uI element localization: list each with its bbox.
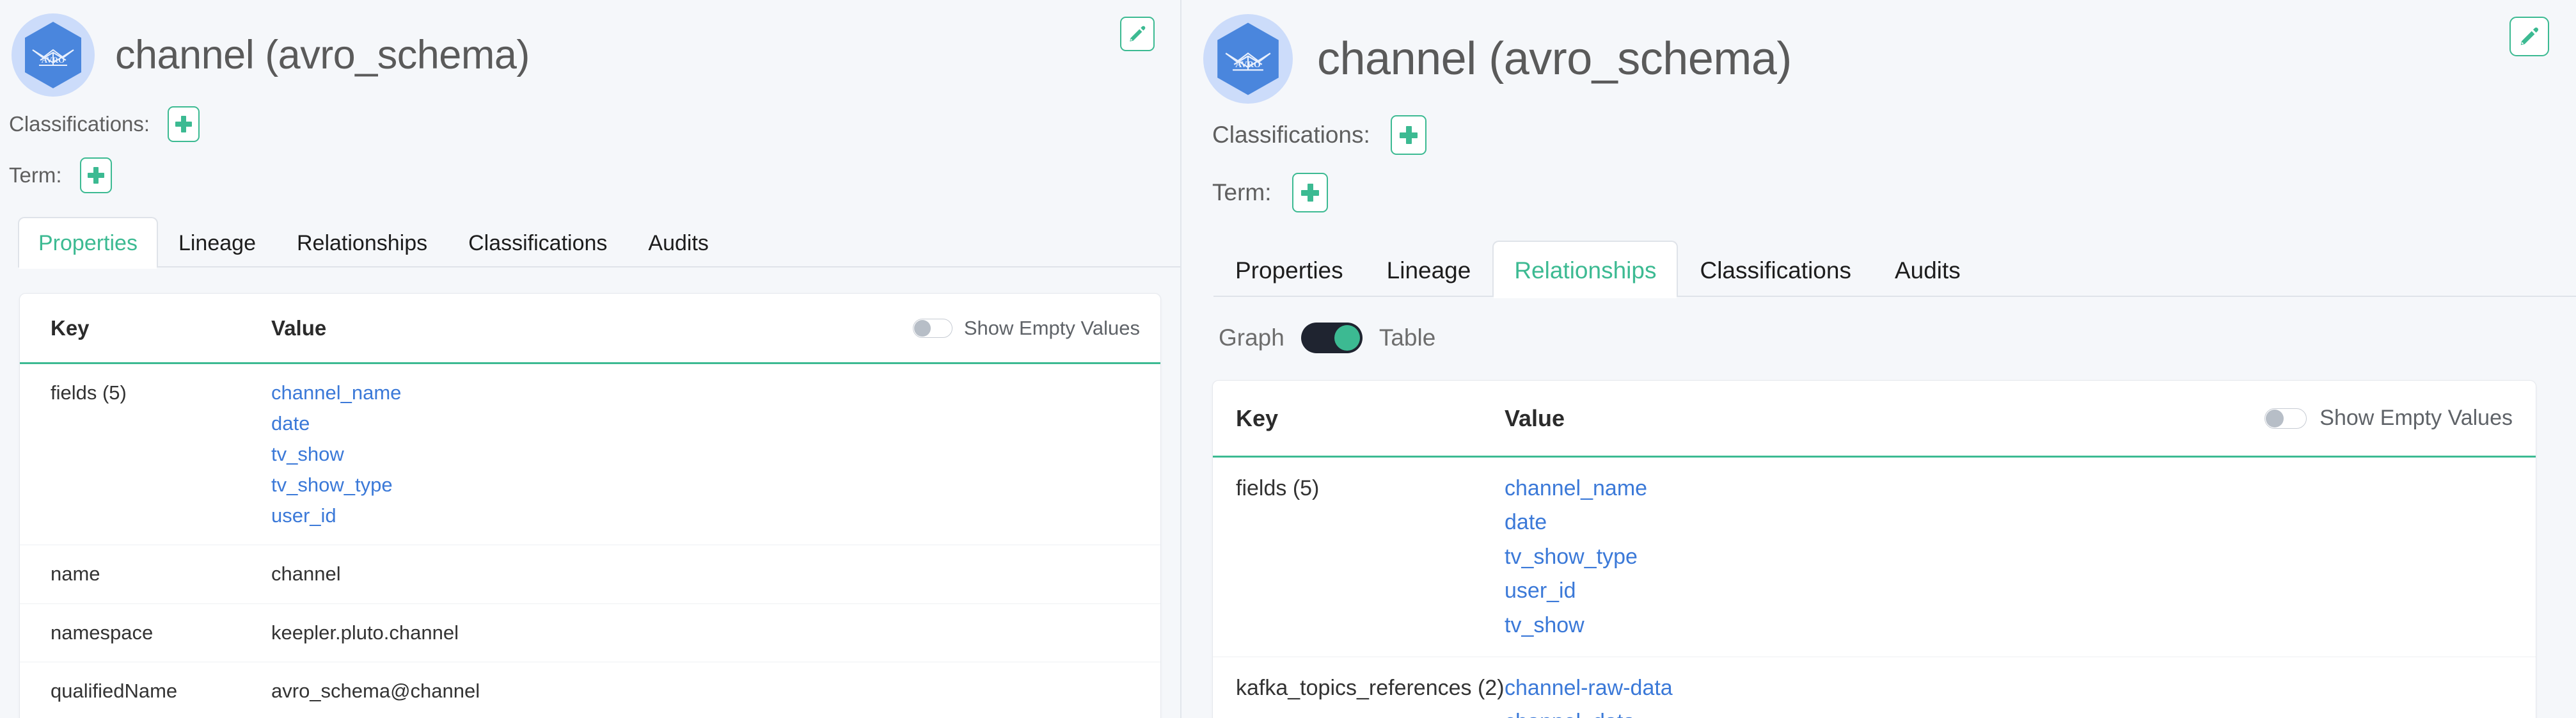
link-item[interactable]: tv_show (271, 443, 401, 465)
link-item[interactable]: date (1505, 511, 1647, 534)
entity-header: AVRO channel (avro_schema) (0, 0, 1180, 96)
link-item[interactable]: user_id (271, 505, 401, 527)
table-header: Key Value Show Empty Values (1213, 381, 2536, 458)
tab-properties[interactable]: Properties (1213, 241, 1365, 297)
svg-text:AVRO: AVRO (1235, 60, 1261, 70)
table-row: name channel (20, 545, 1160, 603)
show-empty-values-control: Show Empty Values (2264, 406, 2513, 431)
plus-icon (88, 167, 104, 184)
tab-lineage[interactable]: Lineage (158, 217, 276, 267)
add-classification-button[interactable] (1391, 115, 1426, 155)
value-text: channel (271, 563, 341, 585)
row-key: fields (5) (51, 382, 271, 404)
add-classification-button[interactable] (168, 106, 200, 142)
graph-view-label: Graph (1219, 324, 1284, 351)
relationships-table: Key Value Show Empty Values fields (5) c… (1212, 380, 2536, 718)
table-header: Key Value Show Empty Values (20, 294, 1160, 364)
right-entity-panel: AVRO channel (avro_schema) Classificatio… (1180, 0, 2576, 718)
edit-entity-button[interactable] (2509, 17, 2549, 56)
page-title: channel (avro_schema) (1317, 33, 1792, 85)
table-row: qualifiedName avro_schema@channel (20, 662, 1160, 718)
term-row: Term: (9, 157, 1180, 193)
classifications-label: Classifications: (1212, 122, 1370, 148)
table-view-label: Table (1379, 324, 1435, 351)
row-key: namespace (51, 622, 271, 644)
link-item[interactable]: tv_show_type (271, 474, 401, 496)
classifications-row: Classifications: (1212, 115, 2576, 155)
avro-logo-icon: AVRO (12, 13, 95, 97)
entity-tabs: Properties Lineage Relationships Classif… (1213, 238, 2576, 297)
tab-relationships[interactable]: Relationships (1492, 241, 1678, 297)
table-row: kafka_topics_references (2) channel-raw-… (1213, 657, 2536, 718)
tab-properties[interactable]: Properties (18, 217, 158, 267)
link-item[interactable]: channel_name (271, 382, 401, 404)
add-term-button[interactable] (1292, 173, 1328, 212)
show-empty-values-label: Show Empty Values (964, 317, 1140, 340)
graph-table-switch: Graph Table (1219, 323, 2576, 353)
classifications-row: Classifications: (9, 106, 1180, 142)
column-header-value: Value (1505, 405, 1565, 432)
graph-table-toggle[interactable] (1301, 323, 1363, 353)
row-value: channel (271, 563, 341, 585)
row-key: qualifiedName (51, 680, 271, 702)
row-key: fields (5) (1236, 477, 1505, 500)
column-header-value: Value (271, 316, 326, 340)
show-empty-values-label: Show Empty Values (2319, 406, 2513, 431)
row-key: name (51, 563, 271, 585)
page-title: channel (avro_schema) (115, 32, 530, 78)
value-text: keepler.pluto.channel (271, 622, 459, 644)
column-header-key: Key (1236, 405, 1505, 432)
row-value: avro_schema@channel (271, 680, 480, 702)
link-item[interactable]: channel-raw-data (1505, 676, 1673, 700)
link-item[interactable]: channel_name (1505, 477, 1647, 500)
term-row: Term: (1212, 173, 2576, 212)
show-empty-values-toggle[interactable] (913, 319, 952, 338)
tab-classifications[interactable]: Classifications (448, 217, 628, 267)
show-empty-values-control: Show Empty Values (913, 317, 1140, 340)
table-row: fields (5) channel_name date tv_show_typ… (1213, 458, 2536, 657)
row-value: channel_name date tv_show tv_show_type u… (271, 382, 401, 527)
tab-classifications[interactable]: Classifications (1678, 241, 1872, 297)
value-text: avro_schema@channel (271, 680, 480, 702)
column-header-key: Key (51, 316, 271, 340)
show-empty-values-toggle[interactable] (2264, 408, 2307, 429)
term-label: Term: (9, 163, 62, 187)
avro-logo-icon: AVRO (1203, 14, 1293, 104)
tab-relationships[interactable]: Relationships (276, 217, 448, 267)
table-row: fields (5) channel_name date tv_show tv_… (20, 364, 1160, 545)
tab-lineage[interactable]: Lineage (1365, 241, 1493, 297)
plus-icon (1400, 126, 1418, 144)
svg-text:AVRO: AVRO (42, 55, 65, 65)
properties-table: Key Value Show Empty Values fields (5) c… (19, 293, 1161, 718)
link-item[interactable]: tv_show (1505, 614, 1647, 637)
link-item[interactable]: user_id (1505, 579, 1647, 603)
row-value: channel_name date tv_show_type user_id t… (1505, 477, 1647, 637)
plus-icon (1301, 184, 1319, 202)
term-label: Term: (1212, 179, 1272, 206)
row-value: keepler.pluto.channel (271, 622, 459, 644)
entity-tabs: Properties Lineage Relationships Classif… (18, 216, 1180, 267)
edit-entity-button[interactable] (1120, 17, 1155, 51)
entity-header: AVRO channel (avro_schema) (1181, 0, 2576, 102)
link-item[interactable]: date (271, 413, 401, 435)
plus-icon (175, 116, 192, 132)
row-value: channel-raw-data channel_data (1505, 676, 1673, 718)
left-entity-panel: AVRO channel (avro_schema) Classificatio… (0, 0, 1180, 718)
tab-audits[interactable]: Audits (1873, 241, 1982, 297)
toggle-knob-icon (2266, 410, 2284, 427)
table-row: namespace keepler.pluto.channel (20, 604, 1160, 662)
link-item[interactable]: tv_show_type (1505, 545, 1647, 569)
add-term-button[interactable] (80, 157, 112, 193)
toggle-knob-icon (1334, 325, 1360, 351)
dual-panel-comparison: AVRO channel (avro_schema) Classificatio… (0, 0, 2576, 718)
classifications-label: Classifications: (9, 112, 150, 136)
row-key: kafka_topics_references (2) (1236, 676, 1505, 700)
tab-audits[interactable]: Audits (628, 217, 729, 267)
link-item[interactable]: channel_data (1505, 710, 1673, 718)
toggle-knob-icon (914, 320, 931, 337)
